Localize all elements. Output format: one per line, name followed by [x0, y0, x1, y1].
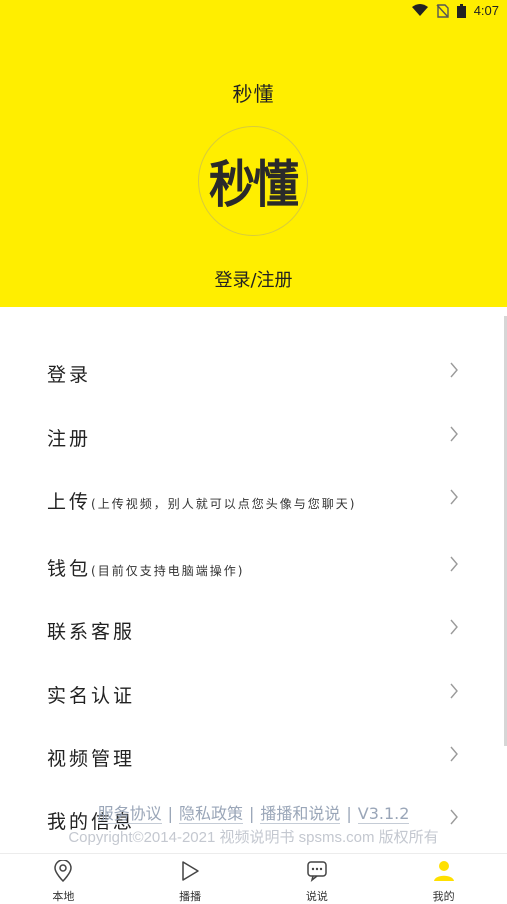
menu-item-login[interactable]: 登录: [0, 344, 507, 400]
menu-item-label: 注册: [47, 428, 92, 450]
footer-links: 服务协议 | 隐私政策 | 播播和说说 | V3.1.2: [97, 804, 410, 824]
menu-item-register[interactable]: 注册: [0, 408, 507, 464]
chevron-right-icon: [449, 683, 459, 703]
menu-item-verification[interactable]: 实名认证: [0, 665, 507, 721]
chevron-right-icon: [449, 489, 459, 509]
tab-mine[interactable]: 我的: [380, 854, 507, 903]
chevron-right-icon: [449, 746, 459, 766]
chevron-right-icon: [449, 619, 459, 639]
chevron-right-icon: [449, 362, 459, 382]
app-logo-avatar[interactable]: 秒懂: [198, 126, 308, 236]
tab-label: 本地: [52, 890, 75, 903]
menu-item-upload[interactable]: 上传(上传视频，别人就可以点您头像与您聊天): [0, 471, 507, 527]
login-register-link[interactable]: 登录/注册: [0, 266, 507, 292]
menu-item-customer-service[interactable]: 联系客服: [0, 601, 507, 657]
menu-item-wallet[interactable]: 钱包(目前仅支持电脑端操作): [0, 538, 507, 594]
tab-label: 播播: [179, 890, 202, 903]
privacy-policy-link[interactable]: 隐私政策: [178, 804, 243, 824]
bottom-tab-bar: 本地 播播 说说 我的: [0, 853, 507, 903]
menu-item-label: 登录: [47, 364, 92, 386]
no-sim-icon: [436, 3, 449, 18]
page-title: 秒懂: [232, 82, 275, 106]
menu-item-note: (上传视频，别人就可以点您头像与您聊天): [91, 497, 357, 511]
copyright-text: Copyright©2014-2021 视频说明书 spsms.com 版权所有: [68, 829, 439, 846]
service-agreement-link[interactable]: 服务协议: [97, 804, 162, 824]
tab-local[interactable]: 本地: [0, 854, 127, 903]
tab-label: 我的: [432, 890, 455, 903]
menu-item-note: (目前仅支持电脑端操作): [91, 564, 245, 578]
wifi-icon: [411, 4, 428, 17]
chevron-right-icon: [449, 556, 459, 576]
play-icon: [180, 860, 200, 886]
chevron-right-icon: [449, 426, 459, 446]
location-pin-icon: [53, 859, 73, 886]
menu-item-label: 视频管理: [47, 748, 136, 770]
version-link[interactable]: V3.1.2: [357, 804, 410, 824]
menu-item-video-management[interactable]: 视频管理: [0, 728, 507, 784]
logo-text: 秒懂: [209, 154, 299, 214]
person-icon: [433, 860, 455, 886]
tab-label: 说说: [305, 890, 328, 903]
menu-item-label: 实名认证: [47, 685, 136, 707]
status-icons: 4:07: [411, 3, 499, 18]
status-bar: 4:07: [0, 0, 507, 24]
about-link[interactable]: 播播和说说: [260, 804, 341, 824]
menu-item-label: 上传(上传视频，别人就可以点您头像与您聊天): [47, 491, 357, 513]
tab-talk[interactable]: 说说: [254, 854, 381, 903]
profile-header: 4:07 秒懂 秒懂 登录/注册: [0, 0, 507, 307]
chat-bubble-icon: [306, 860, 328, 886]
menu-item-label: 钱包(目前仅支持电脑端操作): [47, 558, 245, 580]
status-time: 4:07: [473, 3, 499, 18]
tab-broadcast[interactable]: 播播: [127, 854, 254, 903]
battery-icon: [456, 3, 466, 18]
menu-item-label: 联系客服: [47, 621, 136, 643]
